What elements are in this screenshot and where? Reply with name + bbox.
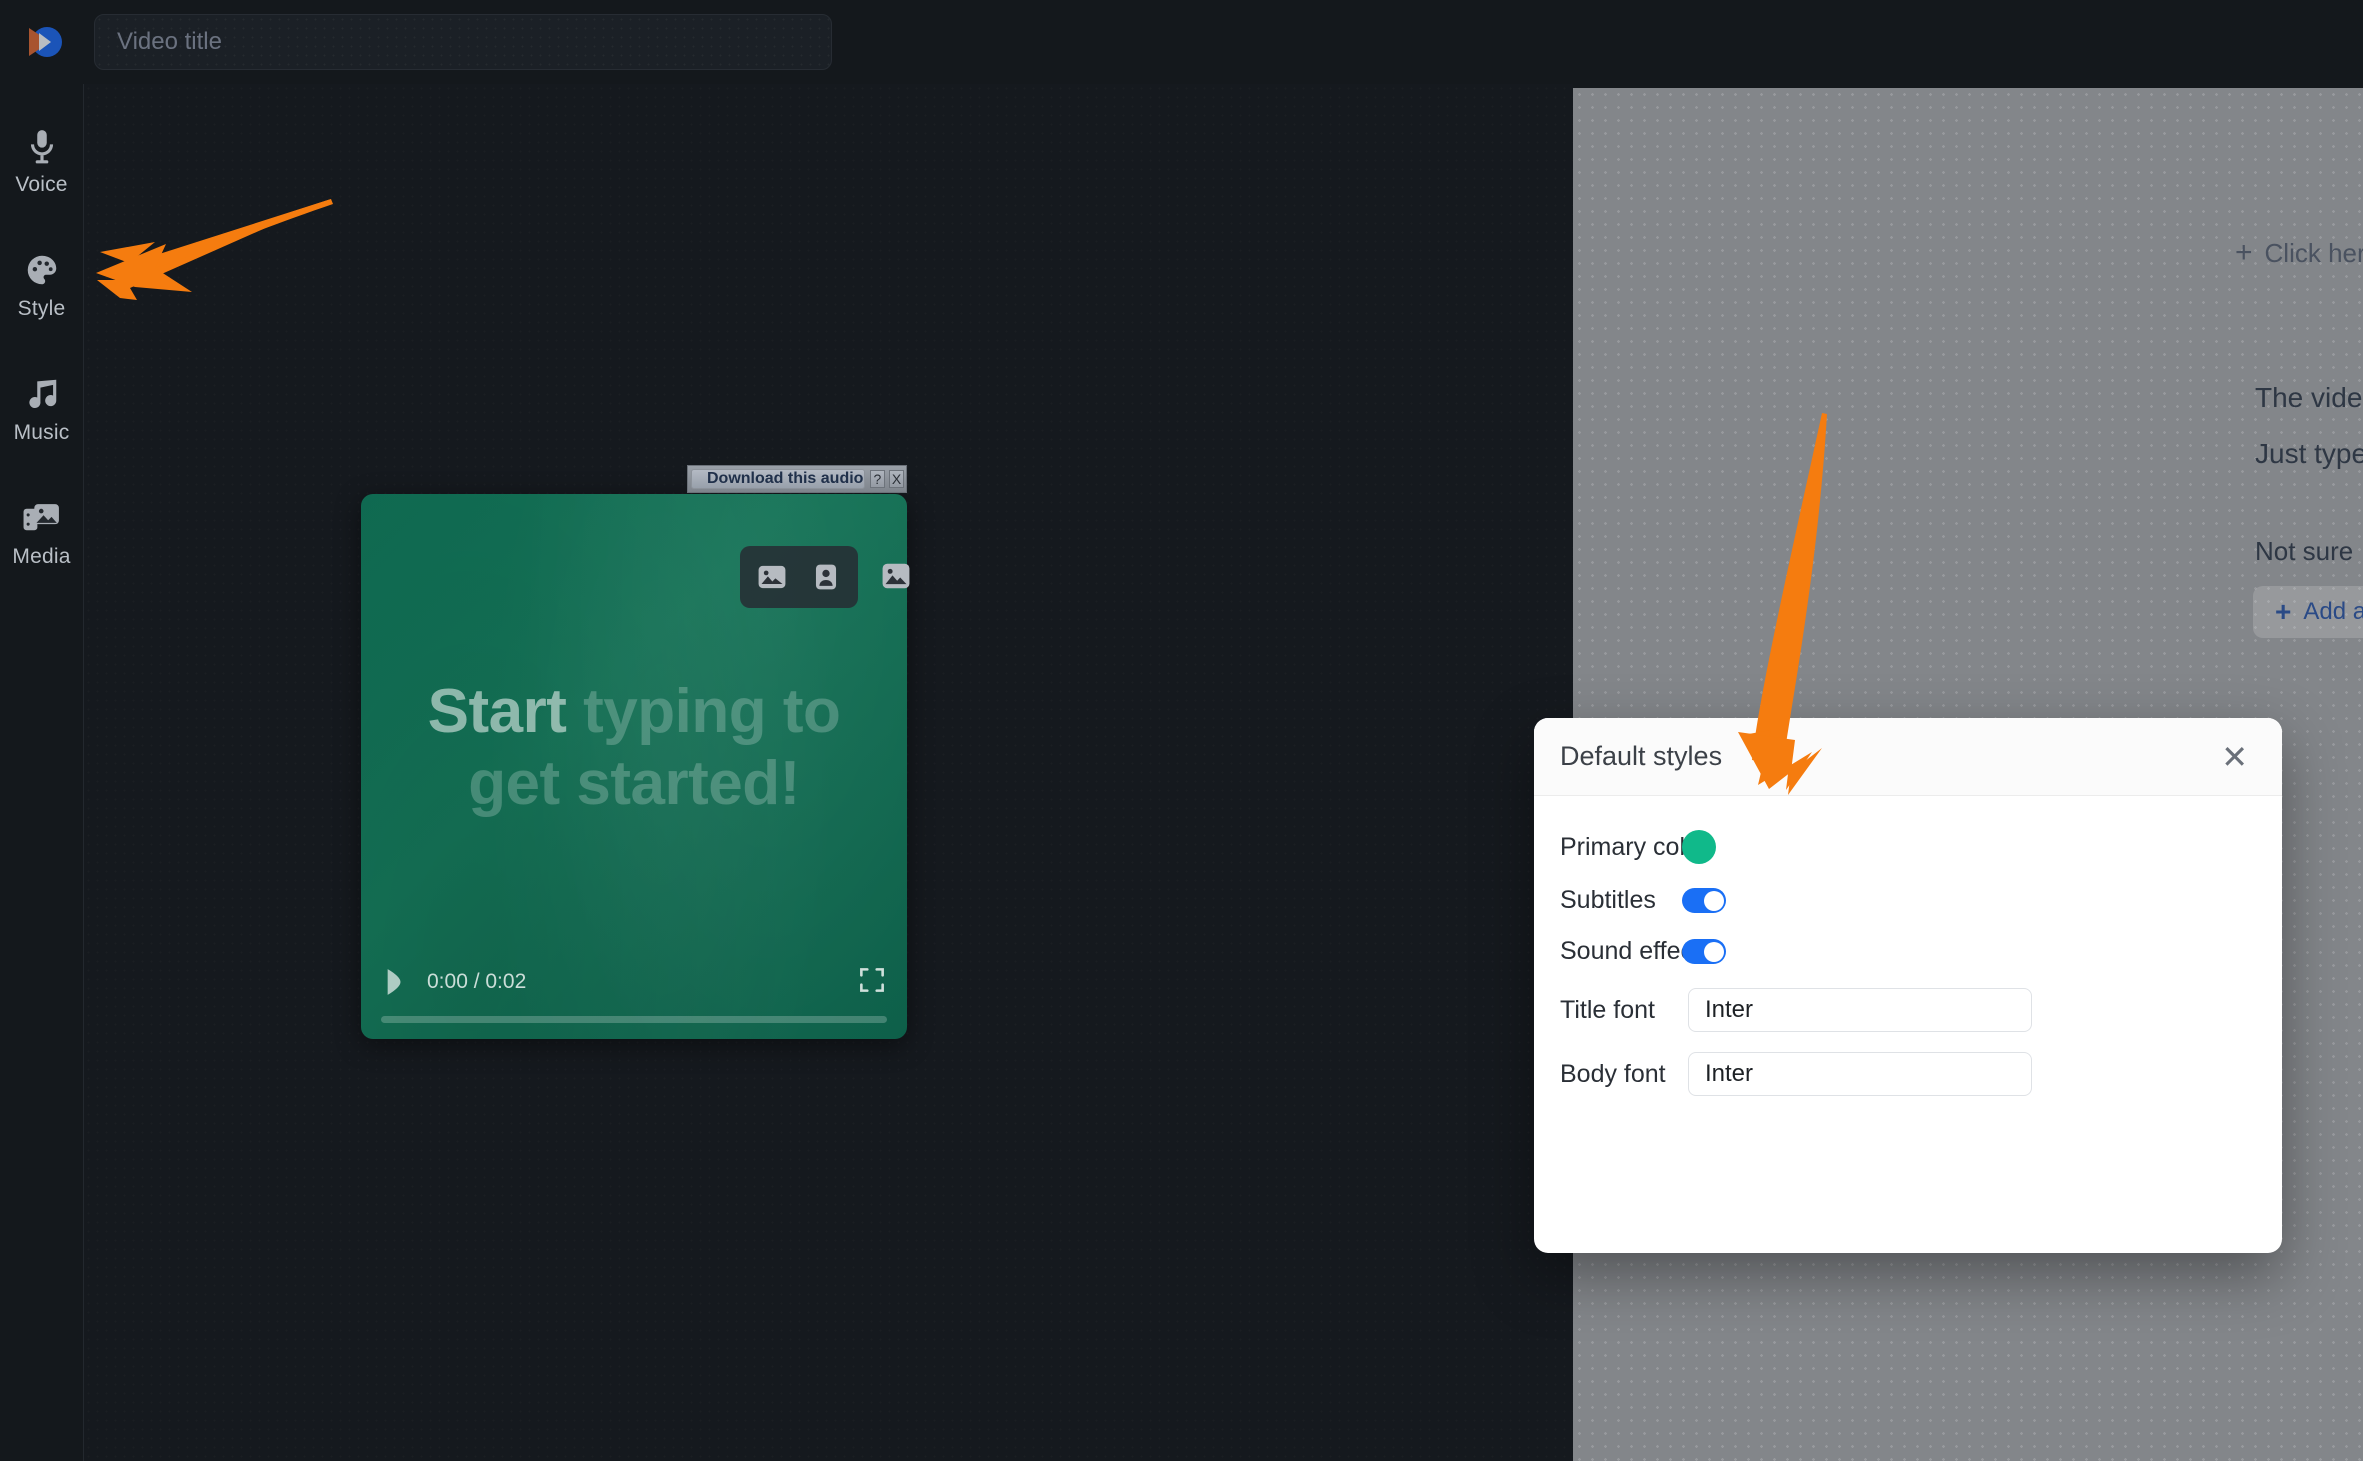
app-root: Voice Style Music — [0, 0, 2363, 1461]
sound-effects-toggle[interactable] — [1682, 939, 1726, 964]
subtitles-toggle[interactable] — [1682, 888, 1726, 913]
toggle-knob — [1703, 941, 1724, 962]
body-font-input[interactable] — [1688, 1052, 2032, 1096]
click-here-hint[interactable]: + Click her — [2235, 236, 2363, 270]
click-here-label: Click her — [2264, 237, 2363, 268]
media-images-icon — [23, 504, 59, 531]
sidebar-item-music[interactable]: Music — [0, 348, 83, 472]
music-note-icon — [28, 379, 56, 409]
body-font-row: Body font — [1560, 1052, 2254, 1096]
left-sidebar: Voice Style Music Media — [0, 84, 84, 1461]
title-font-label: Title font — [1560, 995, 1655, 1024]
plus-icon: + — [2275, 596, 2292, 627]
toggle-knob — [1703, 890, 1724, 911]
fullscreen-button[interactable] — [859, 967, 885, 998]
primary-color-label: Primary color — [1560, 832, 1708, 861]
player-insert-toolbar — [740, 546, 858, 608]
player-progress-bar[interactable] — [381, 1016, 887, 1023]
download-widget-help-button[interactable]: ? — [869, 470, 885, 488]
fullscreen-icon — [860, 967, 884, 992]
palette-icon — [27, 255, 56, 285]
body-font-label: Body font — [1560, 1059, 1666, 1088]
insert-image-alt-button[interactable] — [874, 554, 918, 598]
person-icon — [815, 564, 837, 590]
add-scene-button[interactable]: + Add a — [2253, 586, 2363, 638]
sound-effects-label: Sound effects — [1560, 937, 1713, 965]
play-button[interactable] — [383, 968, 411, 996]
plus-icon: + — [2235, 236, 2253, 269]
primary-color-row: Primary color — [1560, 830, 2254, 864]
sidebar-item-voice[interactable]: Voice — [0, 100, 83, 224]
play-icon — [387, 969, 401, 995]
insert-avatar-button[interactable] — [804, 555, 848, 599]
editor-canvas-pane: Download this audio ? X Start typing to … — [84, 84, 1573, 1461]
app-logo[interactable] — [0, 0, 84, 84]
sound-effects-row: Sound effects — [1560, 937, 2254, 966]
sidebar-item-label: Style — [17, 297, 66, 320]
sidebar-item-label: Voice — [15, 173, 68, 196]
download-audio-label: Download this audio — [707, 470, 864, 487]
script-hint-line-3: Not sure — [2255, 536, 2354, 566]
image-icon — [882, 563, 910, 589]
top-bar — [0, 0, 2363, 84]
subtitles-label: Subtitles — [1560, 886, 1656, 914]
download-this-audio-button[interactable]: Download this audio — [691, 469, 865, 489]
subtitles-row: Subtitles — [1560, 886, 2254, 915]
sidebar-item-label: Music — [13, 421, 70, 444]
player-placeholder-text: Start typing to get started! — [361, 676, 907, 820]
player-time-display: 0:00 / 0:02 — [427, 970, 527, 993]
sidebar-item-style[interactable]: Style — [0, 224, 83, 348]
close-icon[interactable]: ✕ — [2215, 737, 2254, 777]
modal-header: Default styles ✕ — [1534, 718, 2282, 796]
script-hint-line-2: Just type — [2255, 438, 2363, 469]
image-icon — [758, 565, 786, 589]
script-hint-line-1: The vide — [2255, 382, 2363, 413]
add-scene-label: Add a — [2303, 598, 2363, 625]
player-control-row: 0:00 / 0:02 — [375, 954, 893, 1010]
download-widget-close-button[interactable]: X — [888, 470, 904, 488]
download-audio-widget: Download this audio ? X — [687, 465, 907, 493]
player-placeholder-highlight: Start — [427, 677, 567, 746]
title-font-input[interactable] — [1688, 988, 2032, 1032]
player-controls: 0:00 / 0:02 — [361, 954, 907, 1039]
modal-body: Primary color Subtitles Sound effects Ti… — [1534, 796, 2282, 1126]
microphone-icon — [30, 130, 53, 164]
play-logo-icon — [29, 27, 62, 57]
insert-image-button[interactable] — [750, 555, 794, 599]
sidebar-item-media[interactable]: Media — [0, 472, 83, 596]
primary-color-swatch[interactable] — [1682, 830, 1716, 864]
title-font-row: Title font — [1560, 988, 2254, 1032]
modal-title: Default styles — [1560, 741, 1723, 771]
video-title-input[interactable] — [94, 14, 832, 70]
default-styles-modal: Default styles ✕ Primary color Subtitles… — [1534, 718, 2282, 1253]
sidebar-item-label: Media — [12, 545, 71, 568]
